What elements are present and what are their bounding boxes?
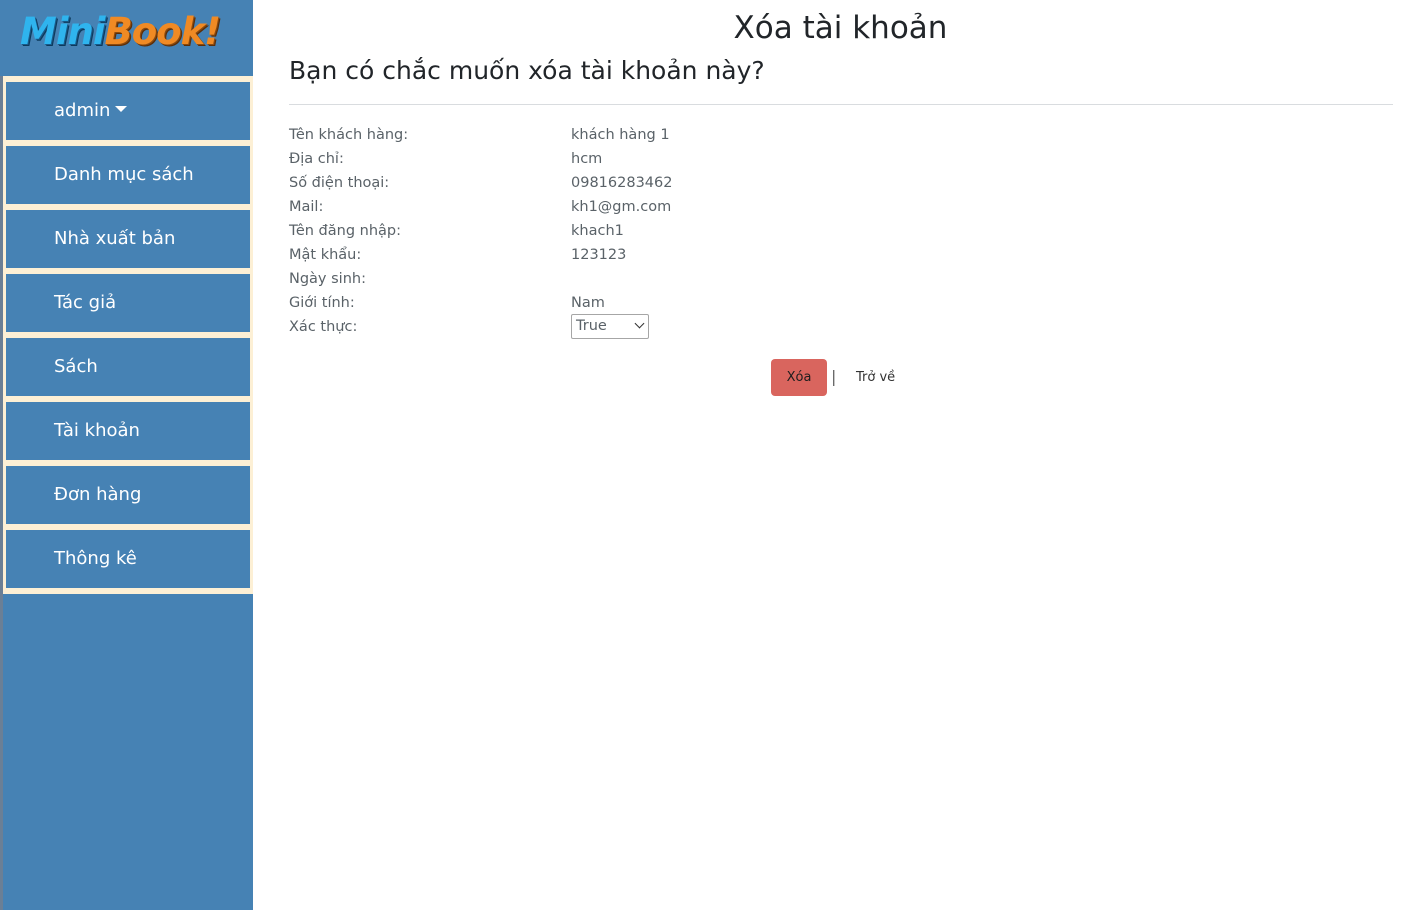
sidebar-item-label: admin [54, 100, 111, 121]
sidebar-item-label: Đơn hàng [54, 484, 142, 505]
detail-label: Tên đăng nhập: [289, 223, 401, 239]
sidebar-item-label: Tài khoản [54, 420, 140, 441]
detail-row-birthday: Ngày sinh: [289, 267, 989, 291]
detail-value: khách hàng 1 [571, 127, 670, 143]
chevron-down-icon [634, 318, 645, 329]
confirm-question: Bạn có chắc muốn xóa tài khoản này? [289, 56, 765, 85]
detail-value: kh1@gm.com [571, 199, 672, 215]
sidebar: MiniBook! admin Danh mục sách Nhà xuất b… [0, 0, 253, 910]
detail-label: Mail: [289, 199, 324, 215]
detail-value: 123123 [571, 247, 627, 263]
sidebar-item-label: Danh mục sách [54, 164, 194, 185]
detail-label: Mật khẩu: [289, 247, 362, 263]
verified-select[interactable]: True [571, 314, 649, 339]
sidebar-item-book-categories[interactable]: Danh mục sách [6, 146, 250, 204]
account-details: Tên khách hàng: khách hàng 1 Địa chỉ: hc… [289, 123, 989, 339]
detail-row-customer-name: Tên khách hàng: khách hàng 1 [289, 123, 989, 147]
sidebar-item-statistics[interactable]: Thông kê [6, 530, 250, 588]
divider [289, 104, 1393, 105]
detail-row-mail: Mail: kh1@gm.com [289, 195, 989, 219]
detail-value: hcm [571, 151, 603, 167]
logo-mini: Mini [20, 10, 106, 53]
sidebar-item-publishers[interactable]: Nhà xuất bản [6, 210, 250, 268]
detail-label: Tên khách hàng: [289, 127, 409, 143]
page-title: Xóa tài khoản [733, 10, 948, 46]
sidebar-item-admin[interactable]: admin [6, 82, 250, 140]
sidebar-item-label: Nhà xuất bản [54, 228, 176, 249]
detail-label: Số điện thoại: [289, 175, 390, 191]
detail-label: Giới tính: [289, 295, 355, 311]
sidebar-item-orders[interactable]: Đơn hàng [6, 466, 250, 524]
action-separator: | [831, 367, 837, 386]
logo[interactable]: MiniBook! [0, 0, 253, 76]
detail-value: 09816283462 [571, 175, 673, 191]
detail-label: Ngày sinh: [289, 271, 366, 287]
sidebar-item-label: Sách [54, 356, 98, 377]
verified-select-value: True [576, 318, 607, 334]
detail-row-address: Địa chỉ: hcm [289, 147, 989, 171]
detail-value: khach1 [571, 223, 624, 239]
main-content: Xóa tài khoản Bạn có chắc muốn xóa tài k… [253, 0, 1428, 910]
caret-down-icon [115, 106, 128, 112]
sidebar-item-books[interactable]: Sách [6, 338, 250, 396]
detail-value: Nam [571, 295, 605, 311]
detail-row-phone: Số điện thoại: 09816283462 [289, 171, 989, 195]
delete-button[interactable]: Xóa [771, 359, 827, 396]
detail-row-password: Mật khẩu: 123123 [289, 243, 989, 267]
detail-label: Xác thực: [289, 319, 358, 335]
sidebar-item-label: Tác giả [54, 292, 117, 313]
sidebar-item-label: Thông kê [54, 548, 137, 569]
sidebar-item-accounts[interactable]: Tài khoản [6, 402, 250, 460]
detail-label: Địa chỉ: [289, 151, 344, 167]
logo-book: Book! [104, 10, 222, 53]
detail-row-gender: Giới tính: Nam [289, 291, 989, 315]
back-link[interactable]: Trở về [856, 359, 895, 396]
app-root: MiniBook! admin Danh mục sách Nhà xuất b… [0, 0, 1428, 910]
sidebar-menu: admin Danh mục sách Nhà xuất bản Tác giả… [3, 76, 253, 594]
detail-row-username: Tên đăng nhập: khach1 [289, 219, 989, 243]
sidebar-item-authors[interactable]: Tác giả [6, 274, 250, 332]
logo-text: MiniBook! [20, 10, 222, 53]
